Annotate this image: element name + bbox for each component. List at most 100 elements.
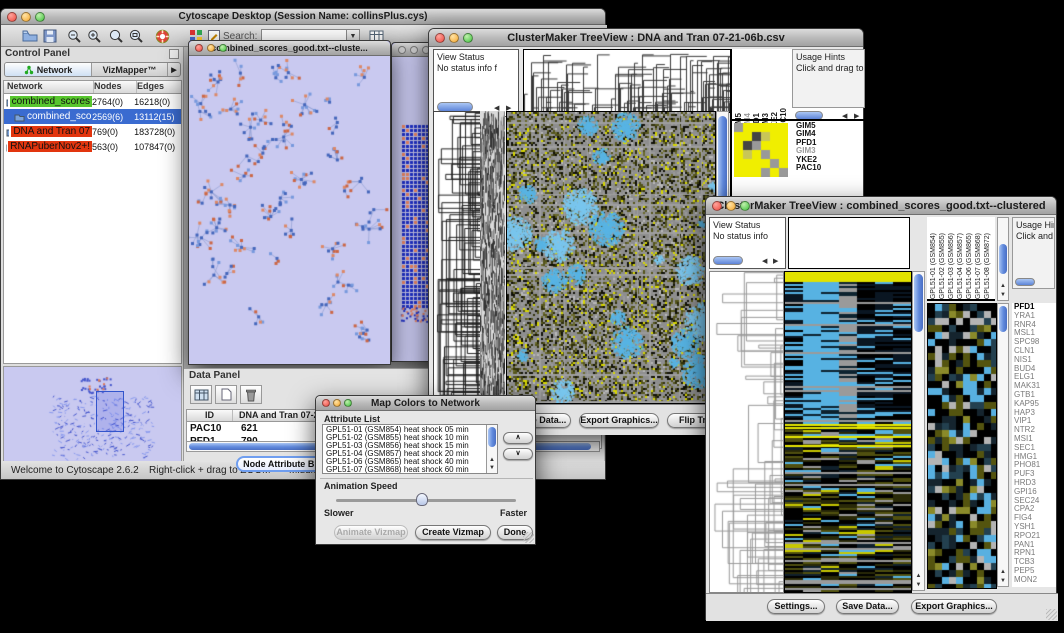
- zoom-button[interactable]: [219, 44, 227, 52]
- scroll-down-icon[interactable]: ▼: [998, 291, 1008, 299]
- delete-attribute-icon[interactable]: [240, 385, 262, 404]
- scroll-left-icon[interactable]: ◀: [762, 257, 767, 265]
- tabs-more-arrow[interactable]: ▶: [168, 63, 180, 76]
- minimize-button[interactable]: [410, 46, 418, 54]
- tv2-heatmap-vscrollbar[interactable]: ▲ ▼: [912, 271, 925, 591]
- main-title-bar[interactable]: Cytoscape Desktop (Session Name: collins…: [1, 9, 605, 25]
- zoom-out-icon[interactable]: [65, 28, 83, 44]
- tv1-correlation-matrix[interactable]: [734, 123, 788, 177]
- column-label[interactable]: GPL51-06 (GSM865): [965, 233, 974, 299]
- column-label[interactable]: GPL51-07 (GSM868): [974, 233, 983, 299]
- tab-vizmapper[interactable]: VizMapper™: [92, 63, 168, 76]
- tv2-global-heatmap[interactable]: [784, 271, 912, 593]
- move-down-button[interactable]: ∨: [503, 448, 533, 460]
- slider-thumb[interactable]: [416, 493, 428, 506]
- create-vizmap-button[interactable]: Create Vizmap: [415, 525, 491, 540]
- save-icon[interactable]: [41, 28, 59, 44]
- tv2-row-dendrogram[interactable]: [709, 271, 784, 593]
- network-overview-canvas: [4, 367, 181, 461]
- export-graphics-button[interactable]: Export Graphics...: [911, 599, 997, 614]
- settings-button[interactable]: Settings...: [767, 599, 825, 614]
- minimize-button[interactable]: [449, 33, 459, 43]
- tv1-heatmap[interactable]: [506, 111, 716, 404]
- col-header-nodes[interactable]: Nodes: [94, 81, 137, 93]
- scroll-up-icon[interactable]: ▲: [998, 282, 1008, 290]
- row-label[interactable]: PAC10: [796, 164, 821, 172]
- column-label[interactable]: GPL51-08 (GSM872): [983, 233, 992, 299]
- resize-grip[interactable]: [1046, 609, 1057, 620]
- scroll-down-icon[interactable]: ▼: [487, 464, 497, 472]
- slider-slower-label: Slower: [324, 508, 354, 518]
- zoom-button[interactable]: [740, 201, 750, 211]
- zoom-in-icon[interactable]: [85, 28, 103, 44]
- float-panel-icon[interactable]: [169, 49, 179, 59]
- column-label[interactable]: GPL51-04 (GSM857): [956, 233, 965, 299]
- tv2-hints-scroll-thumb[interactable]: [1015, 278, 1035, 286]
- network-item-icon: [6, 127, 9, 137]
- usage-hints-text: Click and drag to: [796, 63, 864, 74]
- attribute-list-vscrollbar[interactable]: ▲ ▼: [486, 425, 497, 473]
- column-label[interactable]: GPL51-03 (GSM856): [947, 233, 956, 299]
- minimize-button[interactable]: [726, 201, 736, 211]
- save-data-button[interactable]: Save Data...: [836, 599, 899, 614]
- attribute-item[interactable]: GPL51-07 (GSM868) heat shock 60 min: [326, 466, 497, 474]
- scroll-up-icon[interactable]: ▲: [913, 572, 924, 580]
- window-controls[interactable]: [7, 12, 45, 22]
- network-tab-icon: [24, 65, 34, 75]
- zoom-selected-icon[interactable]: [127, 28, 145, 44]
- move-up-button[interactable]: ∧: [503, 432, 533, 444]
- resize-grip[interactable]: [523, 532, 534, 543]
- help-lifesaver-icon[interactable]: [153, 28, 171, 44]
- scroll-up-icon[interactable]: ▲: [487, 456, 497, 464]
- open-file-icon[interactable]: [21, 28, 39, 44]
- animate-vizmap-button[interactable]: Animate Vizmap: [334, 525, 408, 540]
- usage-hints-text: Click and dra: [1016, 231, 1054, 242]
- close-button[interactable]: [398, 46, 406, 54]
- scroll-down-icon[interactable]: ▼: [998, 577, 1008, 585]
- minimize-button[interactable]: [333, 399, 341, 407]
- network-overview-panel[interactable]: [3, 366, 182, 462]
- zoom-button[interactable]: [463, 33, 473, 43]
- tv2-genes-vscrollbar[interactable]: ▲ ▼: [997, 303, 1009, 587]
- view-status-title: View Status: [437, 52, 518, 63]
- column-label[interactable]: GPL51-02 (GSM855): [938, 233, 947, 299]
- col-header-edges[interactable]: Edges: [137, 81, 164, 93]
- tv2-labels-vscrollbar[interactable]: ▲ ▼: [997, 217, 1009, 301]
- table-mode-icon[interactable]: [190, 385, 212, 404]
- close-button[interactable]: [435, 33, 445, 43]
- zoom-button[interactable]: [35, 12, 45, 22]
- tv2-column-dendrogram[interactable]: [788, 217, 910, 269]
- tv2-zoom-heatmap[interactable]: [927, 303, 997, 589]
- minimize-button[interactable]: [207, 44, 215, 52]
- tab-network[interactable]: Network: [5, 63, 92, 76]
- zoom-fit-icon[interactable]: [107, 28, 125, 44]
- network-list-row[interactable]: DNA and Tran 07 769(0) 183728(0): [4, 124, 181, 139]
- zoom-button[interactable]: [344, 399, 352, 407]
- gene-label[interactable]: MON2: [1014, 576, 1056, 585]
- tv1-column-dendrogram[interactable]: [523, 49, 731, 113]
- attribute-listbox: GPL51-01 (GSM854) heat shock 05 minGPL51…: [322, 424, 498, 474]
- close-button[interactable]: [195, 44, 203, 52]
- col-header-network[interactable]: Network: [4, 81, 94, 93]
- tv1-row-dendrogram[interactable]: [433, 111, 481, 406]
- treeview-window-combined: ClusterMaker TreeView : combined_scores_…: [705, 196, 1057, 620]
- export-graphics-button[interactable]: Export Graphics...: [579, 413, 659, 428]
- tv2-column-labels: GPL51-01 (GSM854)GPL51-02 (GSM855)GPL51-…: [927, 217, 995, 301]
- overview-selection-rect[interactable]: [96, 391, 124, 432]
- network-list-row[interactable]: combined_scores 2764(0) 16218(0): [4, 94, 181, 109]
- tv2-status-scroll-thumb[interactable]: [713, 256, 743, 265]
- network-list-row[interactable]: RNAPuberNov2+! 563(0) 107847(0): [4, 139, 181, 154]
- network-canvas[interactable]: [189, 56, 390, 364]
- treeview1-title: ClusterMaker TreeView : DNA and Tran 07-…: [429, 32, 863, 44]
- new-attribute-icon[interactable]: [215, 385, 237, 404]
- column-label[interactable]: GPL51-01 (GSM854): [929, 233, 938, 299]
- close-button[interactable]: [7, 12, 17, 22]
- attr-col-id[interactable]: ID: [187, 410, 233, 421]
- scroll-up-icon[interactable]: ▲: [998, 568, 1008, 576]
- scroll-down-icon[interactable]: ▼: [913, 581, 924, 589]
- minimize-button[interactable]: [21, 12, 31, 22]
- network-list-row[interactable]: combined_sco 2569(6) 13112(15): [4, 109, 181, 124]
- scroll-right-icon[interactable]: ▶: [773, 257, 778, 265]
- close-button[interactable]: [322, 399, 330, 407]
- close-button[interactable]: [712, 201, 722, 211]
